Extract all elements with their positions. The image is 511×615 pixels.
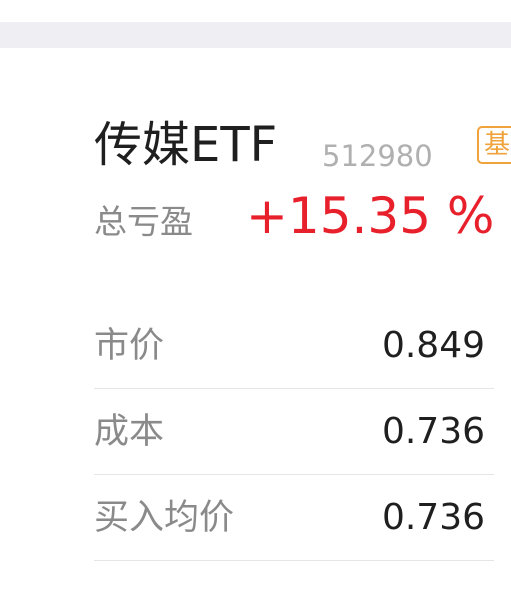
fund-type-badge: 基 bbox=[477, 126, 511, 164]
detail-row-cost: 成本 0.736 bbox=[94, 389, 494, 475]
avg-buy-price-value: 0.736 bbox=[381, 497, 485, 538]
fund-name: 传媒ETF bbox=[94, 117, 278, 173]
total-pl-value: +15.35 % bbox=[246, 187, 495, 245]
cost-value: 0.736 bbox=[381, 411, 485, 452]
top-spacer bbox=[0, 0, 511, 22]
fund-code: 512980 bbox=[322, 139, 433, 173]
market-price-value: 0.849 bbox=[381, 325, 485, 366]
detail-row-avg-buy-price: 买入均价 0.736 bbox=[94, 475, 494, 561]
top-band bbox=[0, 22, 511, 48]
market-price-label: 市价 bbox=[94, 326, 165, 366]
total-pl-label: 总亏盈 bbox=[94, 202, 193, 241]
detail-row-market-price: 市价 0.849 bbox=[94, 303, 494, 389]
avg-buy-price-label: 买入均价 bbox=[94, 498, 235, 538]
cost-label: 成本 bbox=[94, 412, 165, 452]
